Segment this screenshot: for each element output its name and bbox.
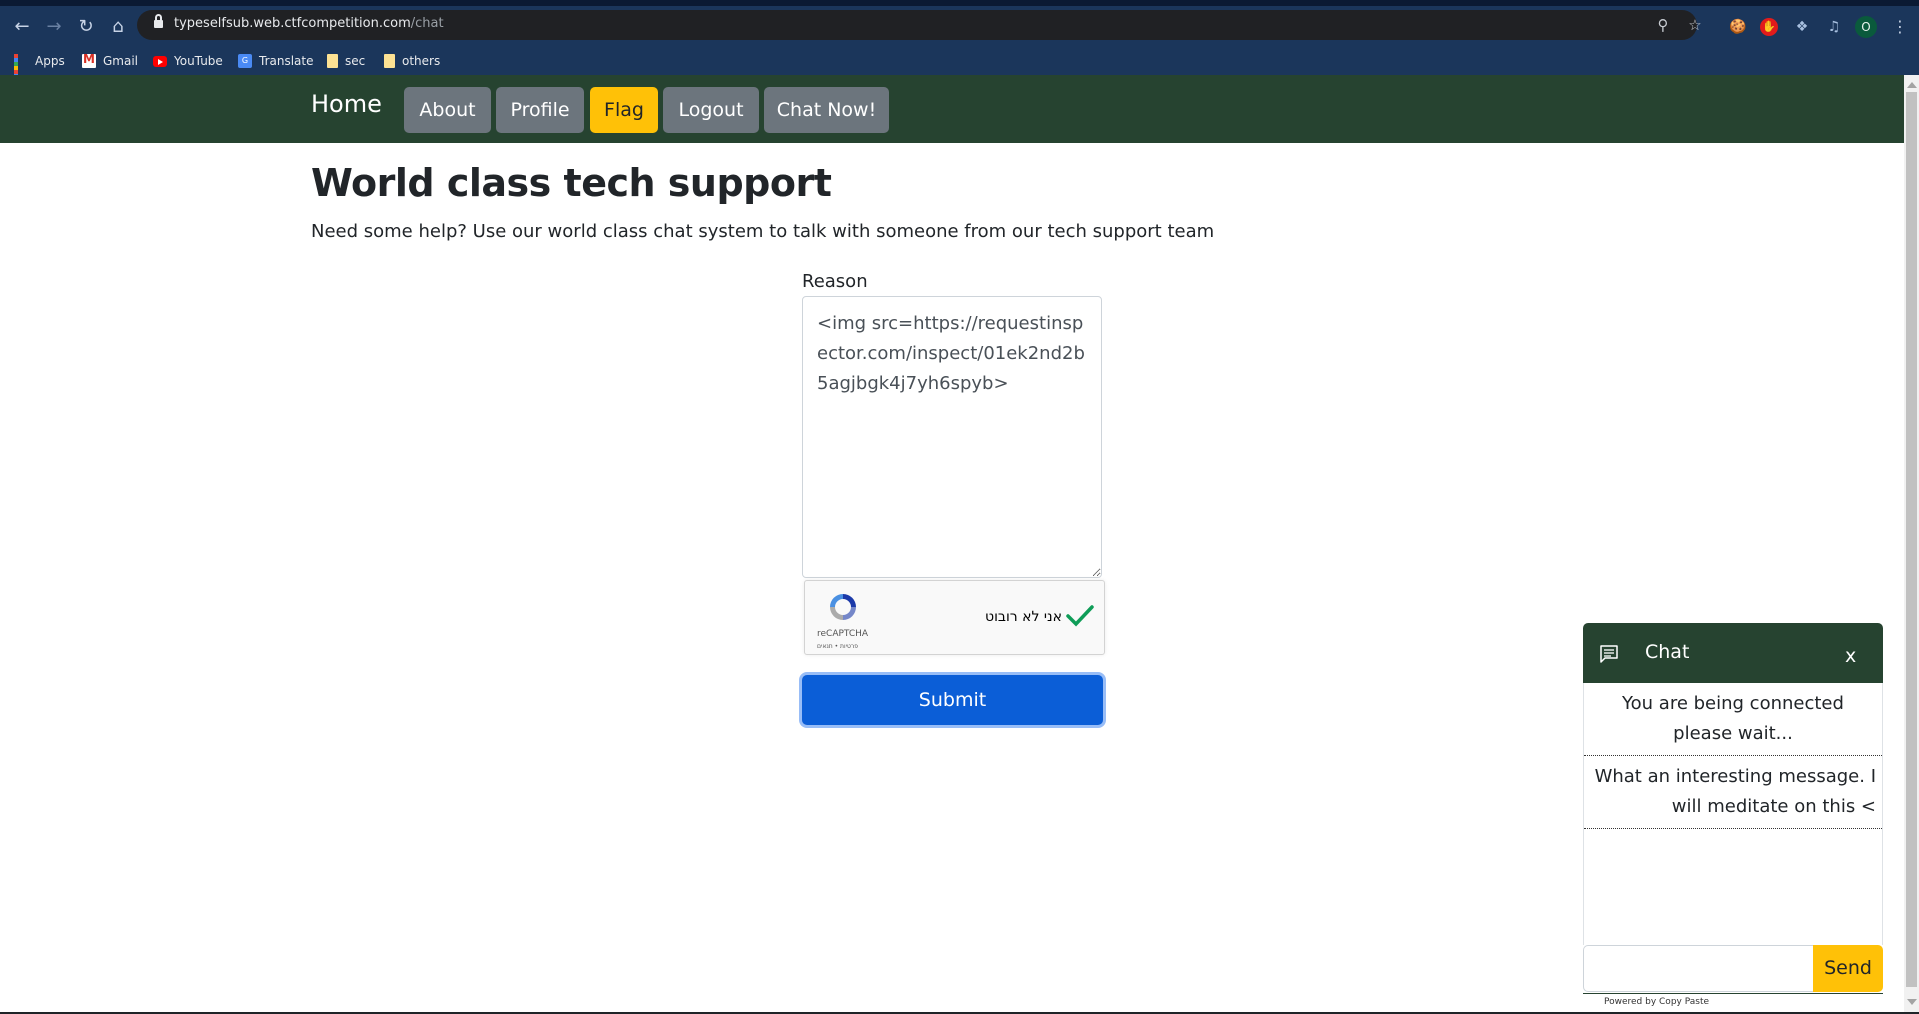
chat-powered-by: Powered by Copy Paste [1604,997,1710,1007]
zoom-out-icon[interactable]: ⚲ [1653,15,1673,35]
nav-flag-button[interactable]: Flag [590,87,658,133]
reason-label: Reason [802,271,868,292]
reload-icon: ↻ [78,16,94,37]
home-icon: ⌂ [112,16,124,37]
chat-close-button[interactable]: x [1845,645,1856,667]
profile-avatar[interactable]: O [1855,16,1877,38]
arrow-left-icon: ← [14,16,30,37]
bookmark-translate[interactable]: G Translate [238,52,314,70]
folder-icon [384,54,395,68]
bookmark-folder-sec[interactable]: sec [327,52,365,70]
recaptcha-logo-icon [830,594,856,620]
gmail-icon [82,52,96,68]
chat-input[interactable] [1583,945,1813,992]
chat-title: Chat [1645,641,1690,663]
checkmark-icon[interactable] [1065,601,1095,631]
folder-icon [327,54,338,68]
puzzle-icon[interactable]: ❖ [1792,17,1812,37]
nav-home-link[interactable]: Home [311,90,382,118]
page-subtitle: Need some help? Use our world class chat… [311,221,1215,242]
lock-icon [154,14,163,29]
home-button[interactable]: ⌂ [106,15,130,39]
scroll-down-arrow-icon[interactable] [1907,999,1917,1005]
submit-button[interactable]: Submit [802,675,1103,725]
address-bar[interactable]: typeselfsub.web.ctfcompetition.com/chat … [137,10,1702,40]
page-title: World class tech support [311,161,832,205]
scrollbar-thumb[interactable] [1906,92,1917,987]
nav-logout-button[interactable]: Logout [663,87,759,133]
browser-toolbar: ← → ↻ ⌂ typeselfsub.web.ctfcompetition.c… [0,6,1919,48]
bookmark-gmail[interactable]: Gmail [82,52,138,70]
reason-textarea[interactable]: <img src=https://requestinspector.com/in… [802,296,1102,578]
forward-button[interactable]: → [42,15,66,39]
cookie-icon[interactable]: 🍪 [1728,17,1748,37]
chat-send-button[interactable]: Send [1813,945,1883,992]
chat-divider [1583,993,1883,994]
translate-icon: G [238,54,252,68]
recaptcha-links[interactable]: פרטיות • תנאים [817,643,858,650]
arrow-right-icon: → [46,16,62,37]
nav-about-button[interactable]: About [404,87,491,133]
chat-message-icon [1600,645,1618,663]
bookmark-apps[interactable]: Apps [14,52,65,90]
chat-message: You are being connected please wait... [1584,683,1882,756]
reload-button[interactable]: ↻ [74,15,98,39]
recaptcha-widget: reCAPTCHA פרטיות • תנאים אני לא רובוט [804,580,1105,655]
chat-header: Chat x [1583,623,1883,683]
star-icon[interactable]: ☆ [1685,15,1705,35]
media-queue-icon[interactable]: ♫ [1824,17,1844,37]
page-scrollbar[interactable] [1904,75,1919,1014]
adblock-hand-icon[interactable]: ✋ [1760,18,1778,36]
back-button[interactable]: ← [10,15,34,39]
bookmark-folder-others[interactable]: others [384,52,440,70]
menu-kebab-icon[interactable]: ⋮ [1892,17,1908,37]
url-text[interactable]: typeselfsub.web.ctfcompetition.com/chat [174,16,444,31]
chat-widget: Chat x You are being connected please wa… [1583,623,1883,1014]
nav-chat-now-button[interactable]: Chat Now! [764,87,889,133]
apps-grid-icon [14,54,28,90]
bookmark-youtube[interactable]: YouTube [153,52,223,70]
recaptcha-brand: reCAPTCHA [817,629,869,639]
site-navbar: Home About Profile Flag Logout Chat Now! [0,75,1904,143]
recaptcha-label[interactable]: אני לא רובוט [985,609,1062,625]
chat-message: What an interesting message. I will medi… [1584,756,1882,829]
youtube-icon [153,55,167,67]
chat-messages: You are being connected please wait... W… [1583,683,1883,945]
bookmarks-bar: Apps Gmail YouTube G Translate sec other… [0,48,1919,90]
page: Home About Profile Flag Logout Chat Now!… [0,75,1904,1014]
nav-profile-button[interactable]: Profile [496,87,584,133]
scroll-up-arrow-icon[interactable] [1907,82,1917,88]
